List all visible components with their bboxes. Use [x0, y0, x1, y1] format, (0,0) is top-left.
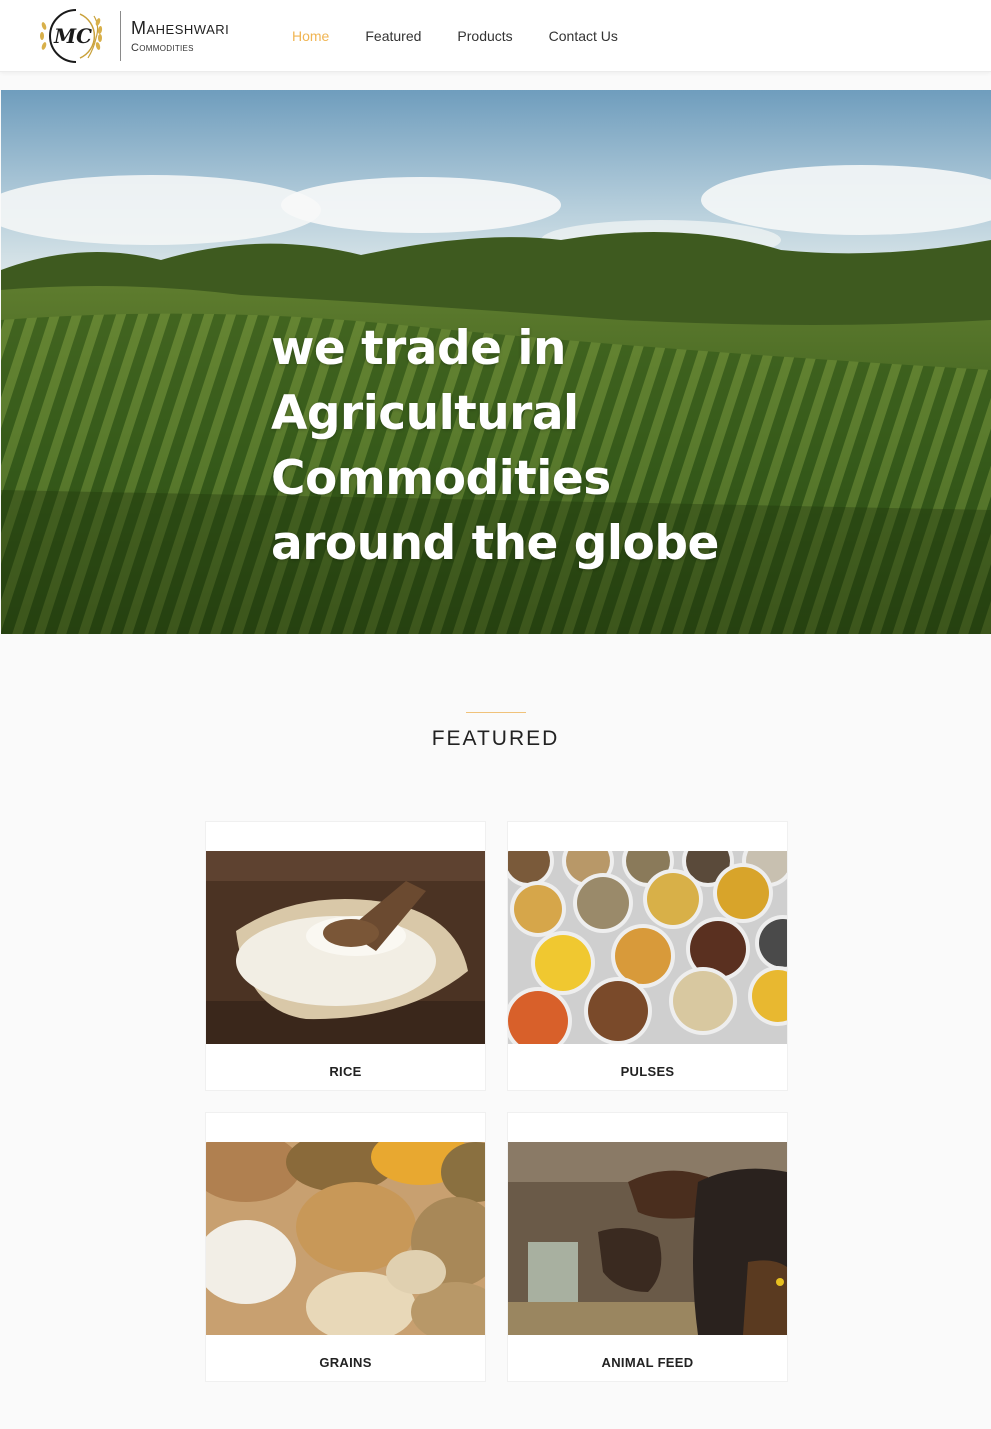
nav-featured-link[interactable]: Featured [365, 26, 421, 46]
logo-divider [120, 11, 121, 61]
section-divider [466, 712, 526, 713]
svg-text:MC: MC [53, 24, 92, 48]
hero-line: around the globe [271, 516, 719, 571]
brand-subtitle: Commodities [131, 42, 194, 54]
nav-home-link[interactable]: Home [292, 26, 329, 46]
hero-line: Commodities [271, 451, 611, 506]
main-nav: Home Featured Products Contact Us [292, 26, 654, 46]
animal-feed-image [508, 1142, 787, 1335]
hero-line: Agricultural [271, 386, 579, 441]
hero-line: we trade in [271, 321, 566, 376]
logo-wordmark: Maheshwari Commodities [131, 17, 229, 55]
product-card-animal-feed[interactable]: ANIMAL FEED [507, 1112, 788, 1382]
pulses-image [508, 851, 787, 1044]
nav-contact-link[interactable]: Contact Us [549, 26, 618, 46]
product-card-rice[interactable]: RICE [205, 821, 486, 1091]
brand-logo[interactable]: MC Maheshwari Commodities [36, 6, 266, 66]
product-card-label: GRAINS [319, 1355, 372, 1370]
hero-headline: we trade in Agricultural Commodities aro… [271, 316, 731, 576]
grains-image [206, 1142, 485, 1335]
product-card-pulses[interactable]: PULSES [507, 821, 788, 1091]
product-card-grains[interactable]: GRAINS [205, 1112, 486, 1382]
brand-name: Maheshwari [131, 18, 230, 38]
site-header: MC Maheshwari Commodities Home Featured … [0, 0, 991, 72]
hero-banner: we trade in Agricultural Commodities aro… [1, 90, 991, 634]
nav-products-link[interactable]: Products [457, 26, 512, 46]
rice-image [206, 851, 485, 1044]
featured-section-title: FEATURED [431, 727, 560, 750]
product-card-label: ANIMAL FEED [601, 1355, 694, 1370]
product-card-label: PULSES [620, 1064, 675, 1079]
monogram-logo-icon: MC [36, 6, 110, 66]
product-card-label: RICE [329, 1064, 362, 1079]
